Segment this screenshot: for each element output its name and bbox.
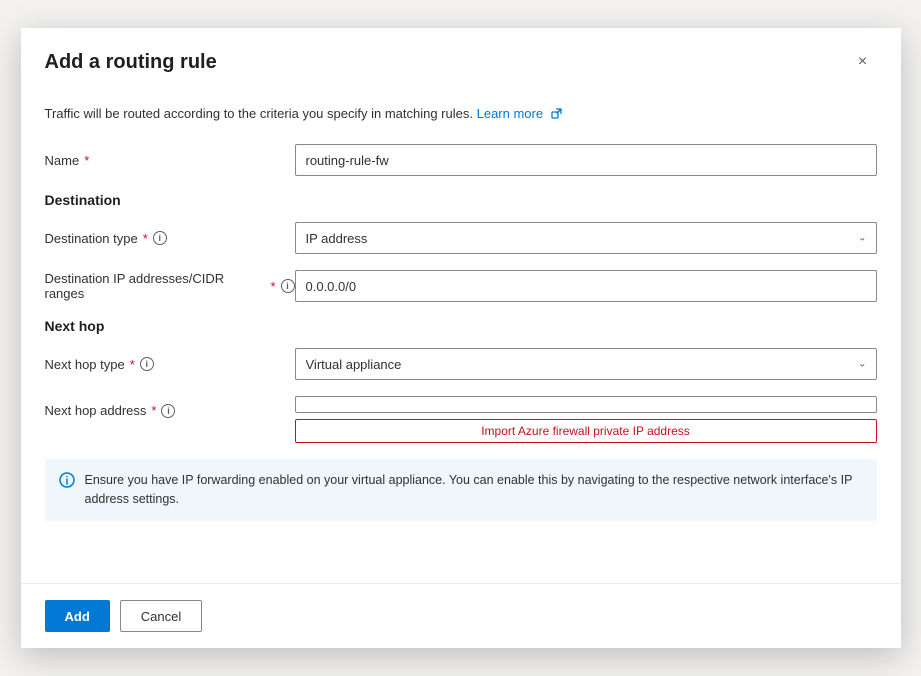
info-text: Traffic will be routed according to the … <box>45 104 877 124</box>
destination-heading: Destination <box>45 192 877 208</box>
next-hop-address-field-group: Import Azure firewall private IP address <box>295 396 877 443</box>
name-input[interactable] <box>295 144 877 176</box>
destination-ip-label: Destination IP addresses/CIDR ranges * i <box>45 271 295 301</box>
import-azure-firewall-button[interactable]: Import Azure firewall private IP address <box>295 419 877 443</box>
next-hop-address-info-icon[interactable]: i <box>161 404 175 418</box>
close-button[interactable]: × <box>849 48 877 76</box>
destination-type-row: Destination type * i IP address Service … <box>45 222 877 254</box>
cancel-button[interactable]: Cancel <box>120 600 202 632</box>
external-link-icon <box>551 105 562 125</box>
next-hop-type-row: Next hop type * i Virtual appliance Virt… <box>45 348 877 380</box>
destination-ip-row: Destination IP addresses/CIDR ranges * i <box>45 270 877 302</box>
destination-ip-input[interactable] <box>295 270 877 302</box>
ip-forwarding-info-banner: Ensure you have IP forwarding enabled on… <box>45 459 877 521</box>
destination-type-select-wrap: IP address Service tag Virtual network ⌄ <box>295 222 877 254</box>
next-hop-type-select-wrap: Virtual appliance Virtual network gatewa… <box>295 348 877 380</box>
add-routing-rule-dialog: Add a routing rule × Traffic will be rou… <box>21 28 901 648</box>
info-banner-text: Ensure you have IP forwarding enabled on… <box>85 471 863 509</box>
destination-type-label: Destination type * i <box>45 231 295 246</box>
next-hop-address-input[interactable] <box>295 396 877 413</box>
dialog-header: Add a routing rule × <box>21 28 901 88</box>
next-hop-heading: Next hop <box>45 318 877 334</box>
next-hop-address-row: Next hop address * i Import Azure firewa… <box>45 396 877 443</box>
next-hop-type-info-icon[interactable]: i <box>140 357 154 371</box>
name-row: Name * <box>45 144 877 176</box>
next-hop-address-label: Next hop address * i <box>45 403 295 418</box>
destination-type-info-icon[interactable]: i <box>153 231 167 245</box>
dialog-body: Traffic will be routed according to the … <box>21 88 901 583</box>
dialog-footer: Add Cancel <box>21 583 901 648</box>
add-button[interactable]: Add <box>45 600 110 632</box>
info-banner-icon <box>59 472 75 491</box>
next-hop-type-select[interactable]: Virtual appliance Virtual network gatewa… <box>295 348 877 380</box>
next-hop-type-label: Next hop type * i <box>45 357 295 372</box>
learn-more-link[interactable]: Learn more <box>477 106 562 121</box>
name-label: Name * <box>45 153 295 168</box>
dialog-title: Add a routing rule <box>45 51 217 74</box>
destination-ip-info-icon[interactable]: i <box>281 279 295 293</box>
destination-type-select[interactable]: IP address Service tag Virtual network <box>295 222 877 254</box>
